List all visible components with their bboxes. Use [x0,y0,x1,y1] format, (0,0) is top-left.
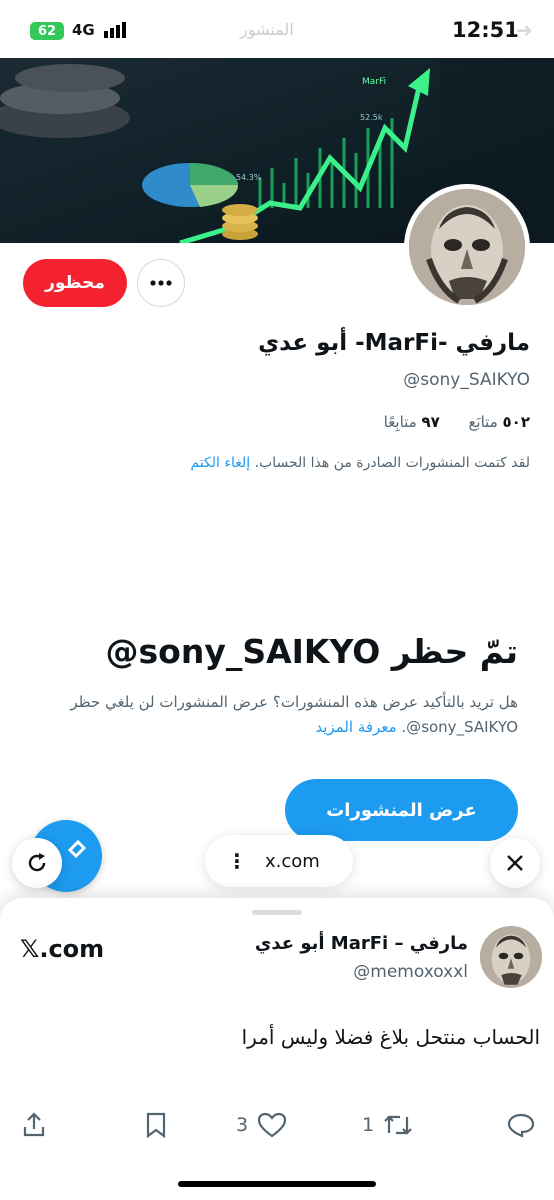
network-type: 4G [72,21,95,39]
more-dots-icon [150,280,172,286]
bookmark-button[interactable] [142,1110,170,1140]
followers-stat[interactable]: ٩٧ متابِعًا [384,413,440,431]
site-label: 𝕏.com [20,935,105,963]
browser-menu-icon[interactable]: ⋮ [227,849,247,873]
status-time: 12:51 [452,18,519,42]
share-button[interactable] [20,1110,48,1140]
display-name: مارفي -MarFi- أبو عدي [258,330,530,356]
retweet-count: 1 [362,1114,375,1136]
profile-handle: @sony_SAIKYO [403,370,530,390]
like-count: 3 [236,1114,249,1136]
retweet-button[interactable]: 1 [362,1110,414,1140]
muted-notice: لقد كتمت المنشورات الصادرة من هذا الحساب… [190,455,531,471]
like-icon [257,1112,287,1138]
view-posts-button[interactable]: عرض المنشورات [285,779,518,841]
like-button[interactable]: 3 [236,1110,288,1140]
blocked-button[interactable]: محظور [23,259,127,307]
faded-arrow-icon: ➜ [516,18,533,42]
battery-indicator: 62 [30,22,64,40]
refresh-button[interactable] [12,838,62,888]
close-icon [507,855,523,871]
blocked-title: تمّ حظر sony_SAIKYO@ [105,632,518,671]
faded-page-title: المنشور [240,20,294,39]
tweet-avatar-image [480,926,542,988]
avatar-image [409,189,525,305]
tweet-text: الحساب منتحل بلاغ فضلا وليس أمرا [241,1025,540,1049]
refresh-icon [28,853,46,872]
url-text: x.com [265,850,320,872]
bookmark-icon [146,1112,166,1139]
learn-more-link[interactable]: معرفة المزيد [315,718,396,736]
svg-text:54.3%: 54.3% [236,173,262,182]
close-button[interactable] [490,838,540,888]
unmute-link[interactable]: إلغاء الكتم [191,455,251,471]
share-icon [23,1112,45,1137]
profile-avatar[interactable] [404,184,530,310]
svg-text:MarFi: MarFi [362,77,386,87]
svg-text:52.5k: 52.5k [360,113,383,122]
browser-url-bar[interactable]: ⋮ x.com [205,835,353,887]
reply-icon [507,1113,535,1138]
home-indicator [178,1181,376,1187]
following-stat[interactable]: ٥٠٢ متابَع [468,413,530,431]
more-options-button[interactable] [137,259,185,307]
signal-icon [104,22,126,38]
follow-stats: ٥٠٢ متابَع ٩٧ متابِعًا [384,413,530,431]
blocked-description: هل تريد بالتأكيد عرض هذه المنشورات؟ عرض … [70,693,518,736]
sheet-grabber[interactable] [252,910,302,915]
retweet-icon [384,1115,412,1135]
tweet-avatar[interactable] [480,926,542,988]
reply-button[interactable] [506,1110,536,1140]
tweet-author-handle: @memoxoxxl [353,962,468,982]
tweet-author-name: مارفي – MarFi أبو عدي [254,933,468,954]
